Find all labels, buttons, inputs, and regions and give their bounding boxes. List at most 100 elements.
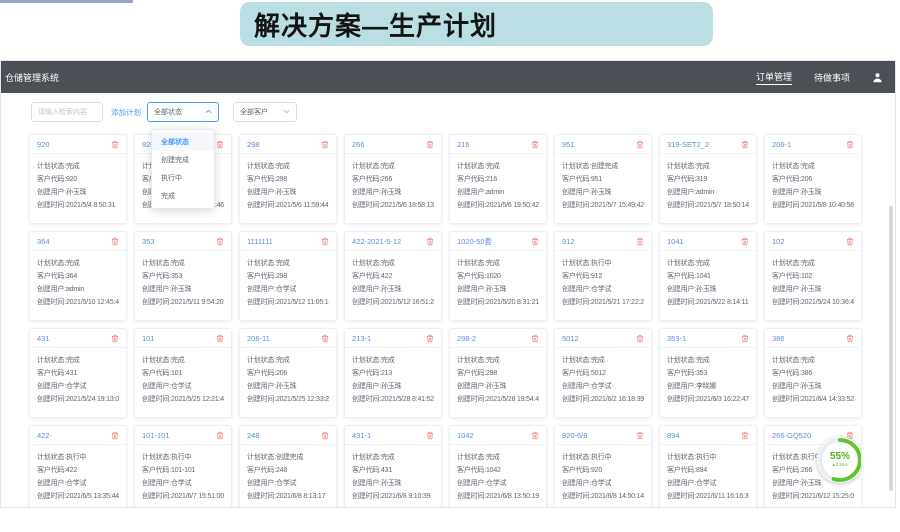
plan-card-title[interactable]: 298-2: [457, 334, 476, 343]
plan-card-title[interactable]: 912: [562, 237, 575, 246]
dropdown-option-created[interactable]: 创建完成: [152, 151, 214, 169]
plan-card[interactable]: 102 计划状态:完成 客户代码:102 创建用户:孙玉珠 创建时间:2021/…: [764, 231, 862, 321]
plan-card-title[interactable]: 248: [247, 431, 260, 440]
dropdown-option-all[interactable]: 全部状态: [152, 133, 214, 151]
plan-card[interactable]: 101 计划状态:完成 客户代码:101 创建用户:仓学试 创建时间:2021/…: [134, 328, 232, 418]
delete-icon[interactable]: [636, 237, 644, 246]
delete-icon[interactable]: [636, 431, 644, 440]
delete-icon[interactable]: [321, 431, 329, 440]
plan-card-title[interactable]: 951: [562, 140, 575, 149]
delete-icon[interactable]: [426, 140, 434, 149]
plan-card-title[interactable]: 353-1: [667, 334, 686, 343]
delete-icon[interactable]: [216, 237, 224, 246]
plan-card[interactable]: 298-2 计划状态:完成 客户代码:298 创建用户:孙玉珠 创建时间:202…: [449, 328, 547, 418]
plan-card[interactable]: 951 计划状态:创建完成 客户代码:951 创建用户:孙玉珠 创建时间:202…: [554, 134, 652, 224]
plan-card-title[interactable]: 431: [37, 334, 50, 343]
delete-icon[interactable]: [531, 431, 539, 440]
delete-icon[interactable]: [321, 334, 329, 343]
plan-card[interactable]: 206-1 计划状态:完成 客户代码:206 创建用户:孙玉珠 创建时间:202…: [764, 134, 862, 224]
delete-icon[interactable]: [846, 140, 854, 149]
delete-icon[interactable]: [846, 334, 854, 343]
plan-card[interactable]: 386 计划状态:完成 客户代码:386 创建用户:孙玉珠 创建时间:2021/…: [764, 328, 862, 418]
delete-icon[interactable]: [531, 334, 539, 343]
plan-card[interactable]: 1042 计划状态:完成 客户代码:1042 创建用户:仓学试 创建时间:202…: [449, 425, 547, 507]
delete-icon[interactable]: [636, 334, 644, 343]
plan-card[interactable]: 1020-50套 计划状态:完成 客户代码:1020 创建用户:孙玉珠 创建时间…: [449, 231, 547, 321]
plan-card-title[interactable]: 364: [37, 237, 50, 246]
plan-card-title[interactable]: 102: [772, 237, 785, 246]
plan-card[interactable]: 920 计划状态:完成 客户代码:920 创建用户:孙玉珠 创建时间:2021/…: [29, 134, 127, 224]
plan-card-title[interactable]: 1020-50套: [457, 236, 492, 247]
plan-card-title[interactable]: 386: [772, 334, 785, 343]
plan-card-title[interactable]: 298: [247, 140, 260, 149]
plan-card[interactable]: 353-1 计划状态:完成 客户代码:353 创建用户:李晓娜 创建时间:202…: [659, 328, 757, 418]
plan-card[interactable]: 101-101 计划状态:执行中 客户代码:101-101 创建用户:仓学试 创…: [134, 425, 232, 507]
plan-card-title[interactable]: 266-GQ520: [772, 431, 811, 440]
plan-card[interactable]: 213-1 计划状态:完成 客户代码:213 创建用户:孙玉珠 创建时间:202…: [344, 328, 442, 418]
delete-icon[interactable]: [741, 140, 749, 149]
plan-card-title[interactable]: 266: [352, 140, 365, 149]
plan-card[interactable]: 266 计划状态:完成 客户代码:266 创建用户:孙玉珠 创建时间:2021/…: [344, 134, 442, 224]
delete-icon[interactable]: [426, 334, 434, 343]
plan-card[interactable]: 422- 计划状态:执行中 客户代码:422 创建用户:仓学试 创建时间:202…: [29, 425, 127, 507]
plan-card[interactable]: 894 计划状态:执行中 客户代码:894 创建用户:仓学试 创建时间:2021…: [659, 425, 757, 507]
delete-icon[interactable]: [426, 237, 434, 246]
delete-icon[interactable]: [636, 140, 644, 149]
customer-select[interactable]: 全部客户: [233, 102, 297, 122]
plan-card-title[interactable]: 353: [142, 237, 155, 246]
plan-card-title[interactable]: 319-SET2_2: [667, 140, 709, 149]
delete-icon[interactable]: [426, 431, 434, 440]
plan-card-title[interactable]: 920: [37, 140, 50, 149]
plan-card-title[interactable]: 206-11: [247, 334, 270, 343]
plan-card-title[interactable]: 431-1: [352, 431, 371, 440]
dropdown-option-running[interactable]: 执行中: [152, 169, 214, 187]
delete-icon[interactable]: [321, 140, 329, 149]
plan-card[interactable]: 431-1 计划状态:完成 客户代码:431 创建用户:孙玉珠 创建时间:202…: [344, 425, 442, 507]
scrollbar[interactable]: [889, 206, 893, 491]
plan-card-title[interactable]: 216: [457, 140, 470, 149]
search-input[interactable]: [31, 102, 103, 122]
plan-card-title[interactable]: 206-1: [772, 140, 791, 149]
delete-icon[interactable]: [216, 140, 224, 149]
user-icon[interactable]: [872, 72, 883, 83]
plan-card-title[interactable]: 213-1: [352, 334, 371, 343]
delete-icon[interactable]: [111, 431, 119, 440]
delete-icon[interactable]: [111, 140, 119, 149]
delete-icon[interactable]: [111, 334, 119, 343]
plan-card[interactable]: 248 计划状态:创建完成 客户代码:248 创建用户:仓学试 创建时间:202…: [239, 425, 337, 507]
plan-card-title[interactable]: 422-2021-5-12: [352, 237, 401, 246]
plan-card[interactable]: 920-6/8 计划状态:执行中 客户代码:920 创建用户:仓学试 创建时间:…: [554, 425, 652, 507]
plan-card-title[interactable]: 1041: [667, 237, 684, 246]
plan-card-title[interactable]: 894: [667, 431, 680, 440]
plan-card[interactable]: 206-11 计划状态:完成 客户代码:206 创建用户:孙玉珠 创建时间:20…: [239, 328, 337, 418]
plan-card-title[interactable]: 920-6/8: [562, 431, 587, 440]
plan-card[interactable]: 364 计划状态:完成 客户代码:364 创建用户:admin 创建时间:202…: [29, 231, 127, 321]
plan-card-title[interactable]: 1042: [457, 431, 474, 440]
delete-icon[interactable]: [741, 237, 749, 246]
plan-card[interactable]: 298 计划状态:完成 客户代码:298 创建用户:孙玉珠 创建时间:2021/…: [239, 134, 337, 224]
plan-card[interactable]: 5012 计划状态:完成 客户代码:5012 创建用户:仓学试 创建时间:202…: [554, 328, 652, 418]
plan-card-title[interactable]: 101-101: [142, 431, 170, 440]
plan-card[interactable]: 1111111 计划状态:完成 客户代码:298 创建用户:仓学试 创建时间:2…: [239, 231, 337, 321]
delete-icon[interactable]: [846, 237, 854, 246]
dropdown-option-done[interactable]: 完成: [152, 187, 214, 205]
plan-card[interactable]: 912 计划状态:执行中 客户代码:912 创建用户:仓学试 创建时间:2021…: [554, 231, 652, 321]
plan-card-title[interactable]: 1111111: [247, 237, 273, 246]
plan-card[interactable]: 353 计划状态:完成 客户代码:353 创建用户:孙玉珠 创建时间:2021/…: [134, 231, 232, 321]
nav-todo-items[interactable]: 待做事项: [814, 71, 850, 84]
plan-card-title[interactable]: 5012: [562, 334, 579, 343]
plan-card[interactable]: 1041 计划状态:完成 客户代码:1041 创建用户:孙玉珠 创建时间:202…: [659, 231, 757, 321]
plan-card[interactable]: 431 计划状态:完成 客户代码:431 创建用户:仓学试 创建时间:2021/…: [29, 328, 127, 418]
plan-card[interactable]: 266-GQ520 计划状态:执行中 客户代码:266 创建用户:孙玉珠 创建时…: [764, 425, 862, 507]
delete-icon[interactable]: [741, 334, 749, 343]
delete-icon[interactable]: [741, 431, 749, 440]
add-plan-button[interactable]: 添加计划: [111, 107, 141, 118]
delete-icon[interactable]: [531, 237, 539, 246]
delete-icon[interactable]: [216, 334, 224, 343]
delete-icon[interactable]: [216, 431, 224, 440]
plan-card[interactable]: 422-2021-5-12 计划状态:完成 客户代码:422 创建用户:孙玉珠 …: [344, 231, 442, 321]
delete-icon[interactable]: [531, 140, 539, 149]
status-select[interactable]: 全部状态: [147, 102, 219, 122]
plan-card[interactable]: 319-SET2_2 计划状态:完成 客户代码:319 创建用户:admin 创…: [659, 134, 757, 224]
delete-icon[interactable]: [321, 237, 329, 246]
